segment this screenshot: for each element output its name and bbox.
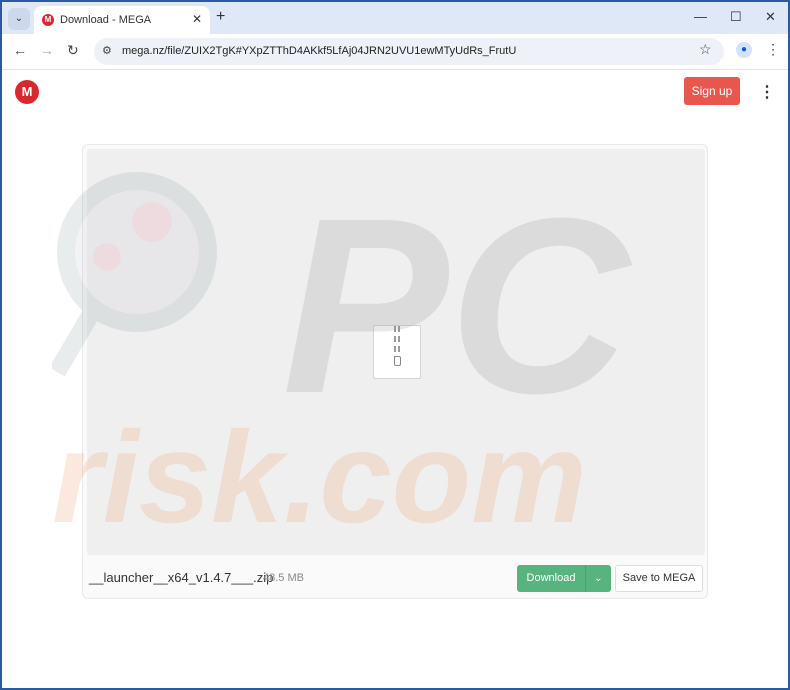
chevron-down-icon[interactable]: ⌄: [585, 565, 611, 592]
browser-menu-icon[interactable]: ⋮: [766, 41, 780, 58]
profile-icon[interactable]: ●: [736, 42, 752, 58]
mega-favicon-icon: M: [42, 14, 54, 26]
new-tab-icon[interactable]: +: [216, 8, 225, 26]
download-button[interactable]: Download ⌄: [517, 565, 611, 592]
sign-up-button[interactable]: Sign up: [684, 77, 740, 105]
bookmark-star-icon[interactable]: ☆: [699, 41, 712, 58]
maximize-icon[interactable]: ☐: [730, 9, 742, 25]
back-icon[interactable]: ←: [13, 42, 27, 58]
minimize-icon[interactable]: —: [694, 9, 707, 24]
url-text[interactable]: mega.nz/file/ZUIX2TgK#YXpZTThD4AKkf5LfAj…: [122, 45, 516, 57]
tab-download-mega[interactable]: M Download - MEGA ✕: [34, 6, 210, 34]
reload-icon[interactable]: ↻: [67, 42, 79, 59]
download-label[interactable]: Download: [517, 565, 585, 592]
zip-file-icon: [373, 325, 421, 379]
file-name: __launcher__x64_v1.4.7___.zip: [89, 570, 274, 585]
close-tab-icon[interactable]: ✕: [192, 12, 202, 26]
mega-logo[interactable]: M: [15, 80, 39, 104]
file-preview: [87, 149, 705, 555]
tab-title: Download - MEGA: [60, 14, 152, 26]
file-card: __launcher__x64_v1.4.7___.zip 48.5 MB Do…: [82, 144, 708, 599]
browser-toolbar: ← → ↻ ⚙ mega.nz/file/ZUIX2TgK#YXpZTThD4A…: [2, 34, 788, 70]
file-size: 48.5 MB: [263, 572, 304, 584]
close-window-icon[interactable]: ✕: [765, 9, 776, 25]
site-info-icon[interactable]: ⚙: [102, 44, 112, 57]
tab-bar: ⌄ M Download - MEGA ✕ + — ☐ ✕: [2, 2, 788, 34]
save-to-mega-button[interactable]: Save to MEGA: [615, 565, 703, 592]
browser-window: ⌄ M Download - MEGA ✕ + — ☐ ✕ ← → ↻ ⚙ me…: [2, 2, 788, 688]
tab-search-button[interactable]: ⌄: [8, 8, 30, 30]
address-bar[interactable]: ⚙ mega.nz/file/ZUIX2TgK#YXpZTThD4AKkf5Lf…: [94, 38, 724, 65]
forward-icon[interactable]: →: [40, 42, 54, 58]
page-menu-icon[interactable]: ⋮: [759, 82, 775, 102]
